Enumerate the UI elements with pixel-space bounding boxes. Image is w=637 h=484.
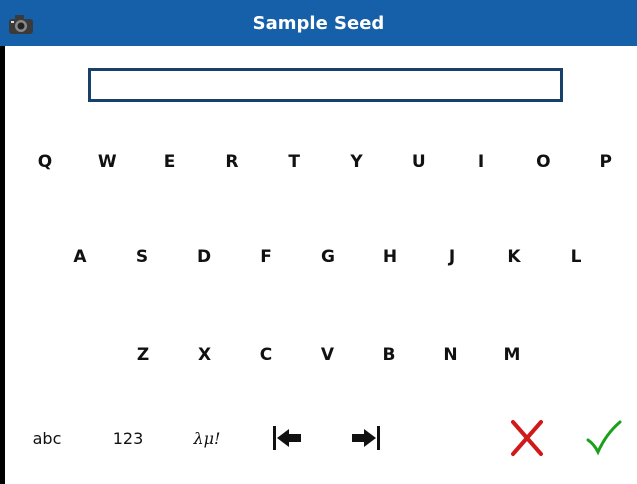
- key-n[interactable]: N: [431, 335, 471, 375]
- key-c[interactable]: C: [246, 335, 286, 375]
- key-u[interactable]: U: [399, 142, 439, 182]
- checkmark-icon: [586, 420, 622, 456]
- key-x[interactable]: X: [185, 335, 225, 375]
- key-v[interactable]: V: [308, 335, 348, 375]
- key-a[interactable]: A: [60, 237, 100, 277]
- key-s[interactable]: S: [122, 237, 162, 277]
- key-d[interactable]: D: [184, 237, 224, 277]
- camera-icon[interactable]: [8, 13, 34, 35]
- key-o[interactable]: O: [523, 142, 563, 182]
- confirm-button[interactable]: [582, 418, 626, 458]
- key-p[interactable]: P: [586, 142, 626, 182]
- key-e[interactable]: E: [150, 142, 190, 182]
- key-h[interactable]: H: [370, 237, 410, 277]
- cursor-right-button[interactable]: [344, 418, 388, 458]
- key-f[interactable]: F: [246, 237, 286, 277]
- key-y[interactable]: Y: [337, 142, 377, 182]
- key-k[interactable]: K: [494, 237, 534, 277]
- key-j[interactable]: J: [432, 237, 472, 277]
- title-bar: Sample Seed: [0, 0, 637, 46]
- arrow-left-bar-icon: [273, 426, 301, 450]
- cursor-left-button[interactable]: [265, 418, 309, 458]
- abc-mode-button[interactable]: abc: [27, 418, 67, 458]
- key-l[interactable]: L: [556, 237, 596, 277]
- close-x-icon: [511, 420, 543, 456]
- window-border: [0, 46, 5, 484]
- key-m[interactable]: M: [492, 335, 532, 375]
- cancel-button[interactable]: [505, 418, 549, 458]
- key-w[interactable]: W: [87, 142, 127, 182]
- symbols-mode-button[interactable]: λμ!: [185, 418, 229, 458]
- key-r[interactable]: R: [212, 142, 252, 182]
- key-g[interactable]: G: [308, 237, 348, 277]
- window-title: Sample Seed: [252, 12, 385, 34]
- key-z[interactable]: Z: [123, 335, 163, 375]
- key-t[interactable]: T: [274, 142, 314, 182]
- key-i[interactable]: I: [461, 142, 501, 182]
- key-q[interactable]: Q: [25, 142, 65, 182]
- numbers-mode-button[interactable]: 123: [106, 418, 150, 458]
- text-input[interactable]: [88, 68, 563, 102]
- key-b[interactable]: B: [369, 335, 409, 375]
- arrow-right-bar-icon: [352, 426, 380, 450]
